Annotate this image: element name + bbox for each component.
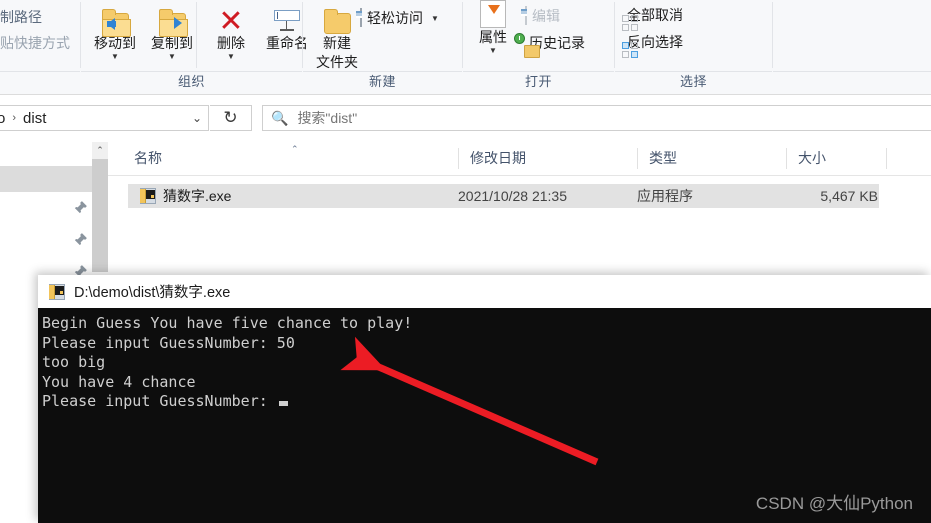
breadcrumb-segment-partial[interactable]: o xyxy=(0,110,5,127)
edit-label: 编辑 xyxy=(532,8,560,24)
address-bar: o › dist ⌄ ↻ 🔍 搜索"dist" xyxy=(0,96,931,141)
group-separator-6 xyxy=(772,2,773,68)
navigation-pane[interactable] xyxy=(0,142,92,278)
console-title: D:\demo\dist\猜数字.exe xyxy=(74,285,231,301)
console-line: too big xyxy=(42,353,106,371)
chevron-down-icon[interactable]: ▼ xyxy=(466,47,520,55)
copy-path-command[interactable]: 制路径 xyxy=(0,4,78,30)
group-separator-5 xyxy=(614,2,615,68)
refresh-icon: ↻ xyxy=(223,108,238,127)
exe-file-icon xyxy=(140,188,156,204)
search-input[interactable]: 🔍 搜索"dist" xyxy=(262,105,931,131)
ribbon-groups: 制路径 贴快捷方式 移动到 ▼ 复制到 ▼ ✕ 删除 ▼ 重命名 新建 文件夹 … xyxy=(0,0,931,72)
console-line: Please input GuessNumber: 50 xyxy=(42,333,295,352)
chevron-down-icon[interactable]: ▼ xyxy=(84,53,146,61)
nav-scrollbar[interactable]: ⌃ xyxy=(92,142,108,272)
group-separator-4 xyxy=(462,2,463,68)
pin-icon[interactable] xyxy=(73,200,88,215)
file-name-cell[interactable]: 猜数字.exe xyxy=(140,184,231,208)
group-label-open: 打开 xyxy=(524,74,552,89)
column-header-size[interactable]: 大小 xyxy=(786,142,886,175)
select-none-button[interactable]: 全部取消 xyxy=(622,2,683,31)
scrollbar-thumb[interactable] xyxy=(92,159,108,272)
properties-icon xyxy=(466,0,520,28)
console-window[interactable]: D:\demo\dist\猜数字.exe Begin Guess You hav… xyxy=(38,275,931,523)
easy-access-page-icon xyxy=(360,8,362,27)
group-underline-0 xyxy=(0,71,80,72)
search-icon: 🔍 xyxy=(271,109,289,126)
chevron-down-icon[interactable]: ▼ xyxy=(200,53,262,61)
file-name-label: 猜数字.exe xyxy=(163,188,232,204)
easy-access-button[interactable]: 轻松访问 ▼ xyxy=(360,5,439,31)
console-output[interactable]: Begin Guess You have five chance to play… xyxy=(38,308,931,523)
column-header-name[interactable]: 名称 xyxy=(122,142,458,175)
paste-shortcut-command[interactable]: 贴快捷方式 xyxy=(0,30,78,56)
file-list-area: ⌃ ⌃ 名称 修改日期 类型 大小 猜数字.exe 2021/10/28 21:… xyxy=(0,142,931,278)
table-row[interactable]: 猜数字.exe 2021/10/28 21:35 应用程序 5,467 KB xyxy=(128,184,879,208)
invert-selection-button[interactable]: 反向选择 xyxy=(622,29,683,58)
group-underline-5 xyxy=(773,71,931,72)
group-separator-3 xyxy=(302,2,303,68)
block-cursor xyxy=(278,401,288,406)
console-line: You have 4 chance xyxy=(42,372,196,391)
properties-label: 属性 xyxy=(479,29,507,45)
file-modified-cell: 2021/10/28 21:35 xyxy=(458,188,567,204)
refresh-button[interactable]: ↻ xyxy=(210,105,252,131)
edit-button[interactable]: 编辑 xyxy=(525,3,560,29)
console-line: Begin Guess You have five chance to play… xyxy=(42,314,413,332)
new-folder-label-line2: 文件夹 xyxy=(316,54,358,70)
group-label-select: 选择 xyxy=(679,74,707,89)
exe-file-icon xyxy=(49,283,65,300)
folder-copy-icon xyxy=(141,0,203,37)
chevron-down-icon[interactable]: ⌄ xyxy=(192,111,202,125)
copy-path-label: 制路径 xyxy=(0,9,42,25)
file-explorer-window: 制路径 贴快捷方式 移动到 ▼ 复制到 ▼ ✕ 删除 ▼ 重命名 新建 文件夹 … xyxy=(0,0,931,523)
watermark: CSDN @大仙Python xyxy=(755,494,913,513)
column-divider-4[interactable] xyxy=(886,148,887,169)
new-folder-label-line1: 新建 xyxy=(323,35,351,51)
ribbon: 制路径 贴快捷方式 移动到 ▼ 复制到 ▼ ✕ 删除 ▼ 重命名 新建 文件夹 … xyxy=(0,0,931,95)
move-to-button[interactable]: 移动到 ▼ xyxy=(84,0,146,61)
breadcrumb-segment-current[interactable]: dist xyxy=(23,110,46,127)
column-header-row: ⌃ 名称 修改日期 类型 大小 xyxy=(108,142,931,176)
group-separator-1 xyxy=(80,2,81,68)
nav-selected-item[interactable] xyxy=(0,166,92,192)
copy-to-button[interactable]: 复制到 ▼ xyxy=(141,0,203,61)
group-label-new: 新建 xyxy=(368,74,396,89)
history-button[interactable]: 历史记录 xyxy=(514,30,585,58)
column-header-modified[interactable]: 修改日期 xyxy=(458,142,637,175)
file-list: ⌃ 名称 修改日期 类型 大小 猜数字.exe 2021/10/28 21:35 xyxy=(108,142,931,272)
file-type-cell: 应用程序 xyxy=(637,188,693,204)
pin-icon[interactable] xyxy=(73,232,88,247)
chevron-down-icon[interactable]: ▼ xyxy=(431,14,439,23)
paste-shortcut-label: 贴快捷方式 xyxy=(0,35,70,51)
console-prompt-line: Please input GuessNumber: xyxy=(38,392,931,412)
folder-move-icon xyxy=(84,0,146,37)
search-placeholder: 搜索"dist" xyxy=(297,110,358,126)
scroll-up-caret[interactable]: ⌃ xyxy=(92,142,108,159)
edit-page-icon xyxy=(525,6,527,25)
chevron-down-icon[interactable]: ▼ xyxy=(141,53,203,61)
properties-button[interactable]: 属性 ▼ xyxy=(466,0,520,55)
console-prompt-text: Please input GuessNumber: xyxy=(42,392,277,410)
file-size-cell: 5,467 KB xyxy=(820,188,878,204)
group-label-organize: 组织 xyxy=(177,74,205,89)
breadcrumb-separator: › xyxy=(12,112,17,124)
easy-access-label: 轻松访问 xyxy=(367,10,423,26)
clipboard-commands: 制路径 贴快捷方式 xyxy=(0,4,78,56)
column-header-type[interactable]: 类型 xyxy=(637,142,786,175)
breadcrumb[interactable]: o › dist ⌄ xyxy=(0,105,209,131)
group-separator-2 xyxy=(196,2,197,68)
console-title-bar[interactable]: D:\demo\dist\猜数字.exe xyxy=(38,275,931,308)
